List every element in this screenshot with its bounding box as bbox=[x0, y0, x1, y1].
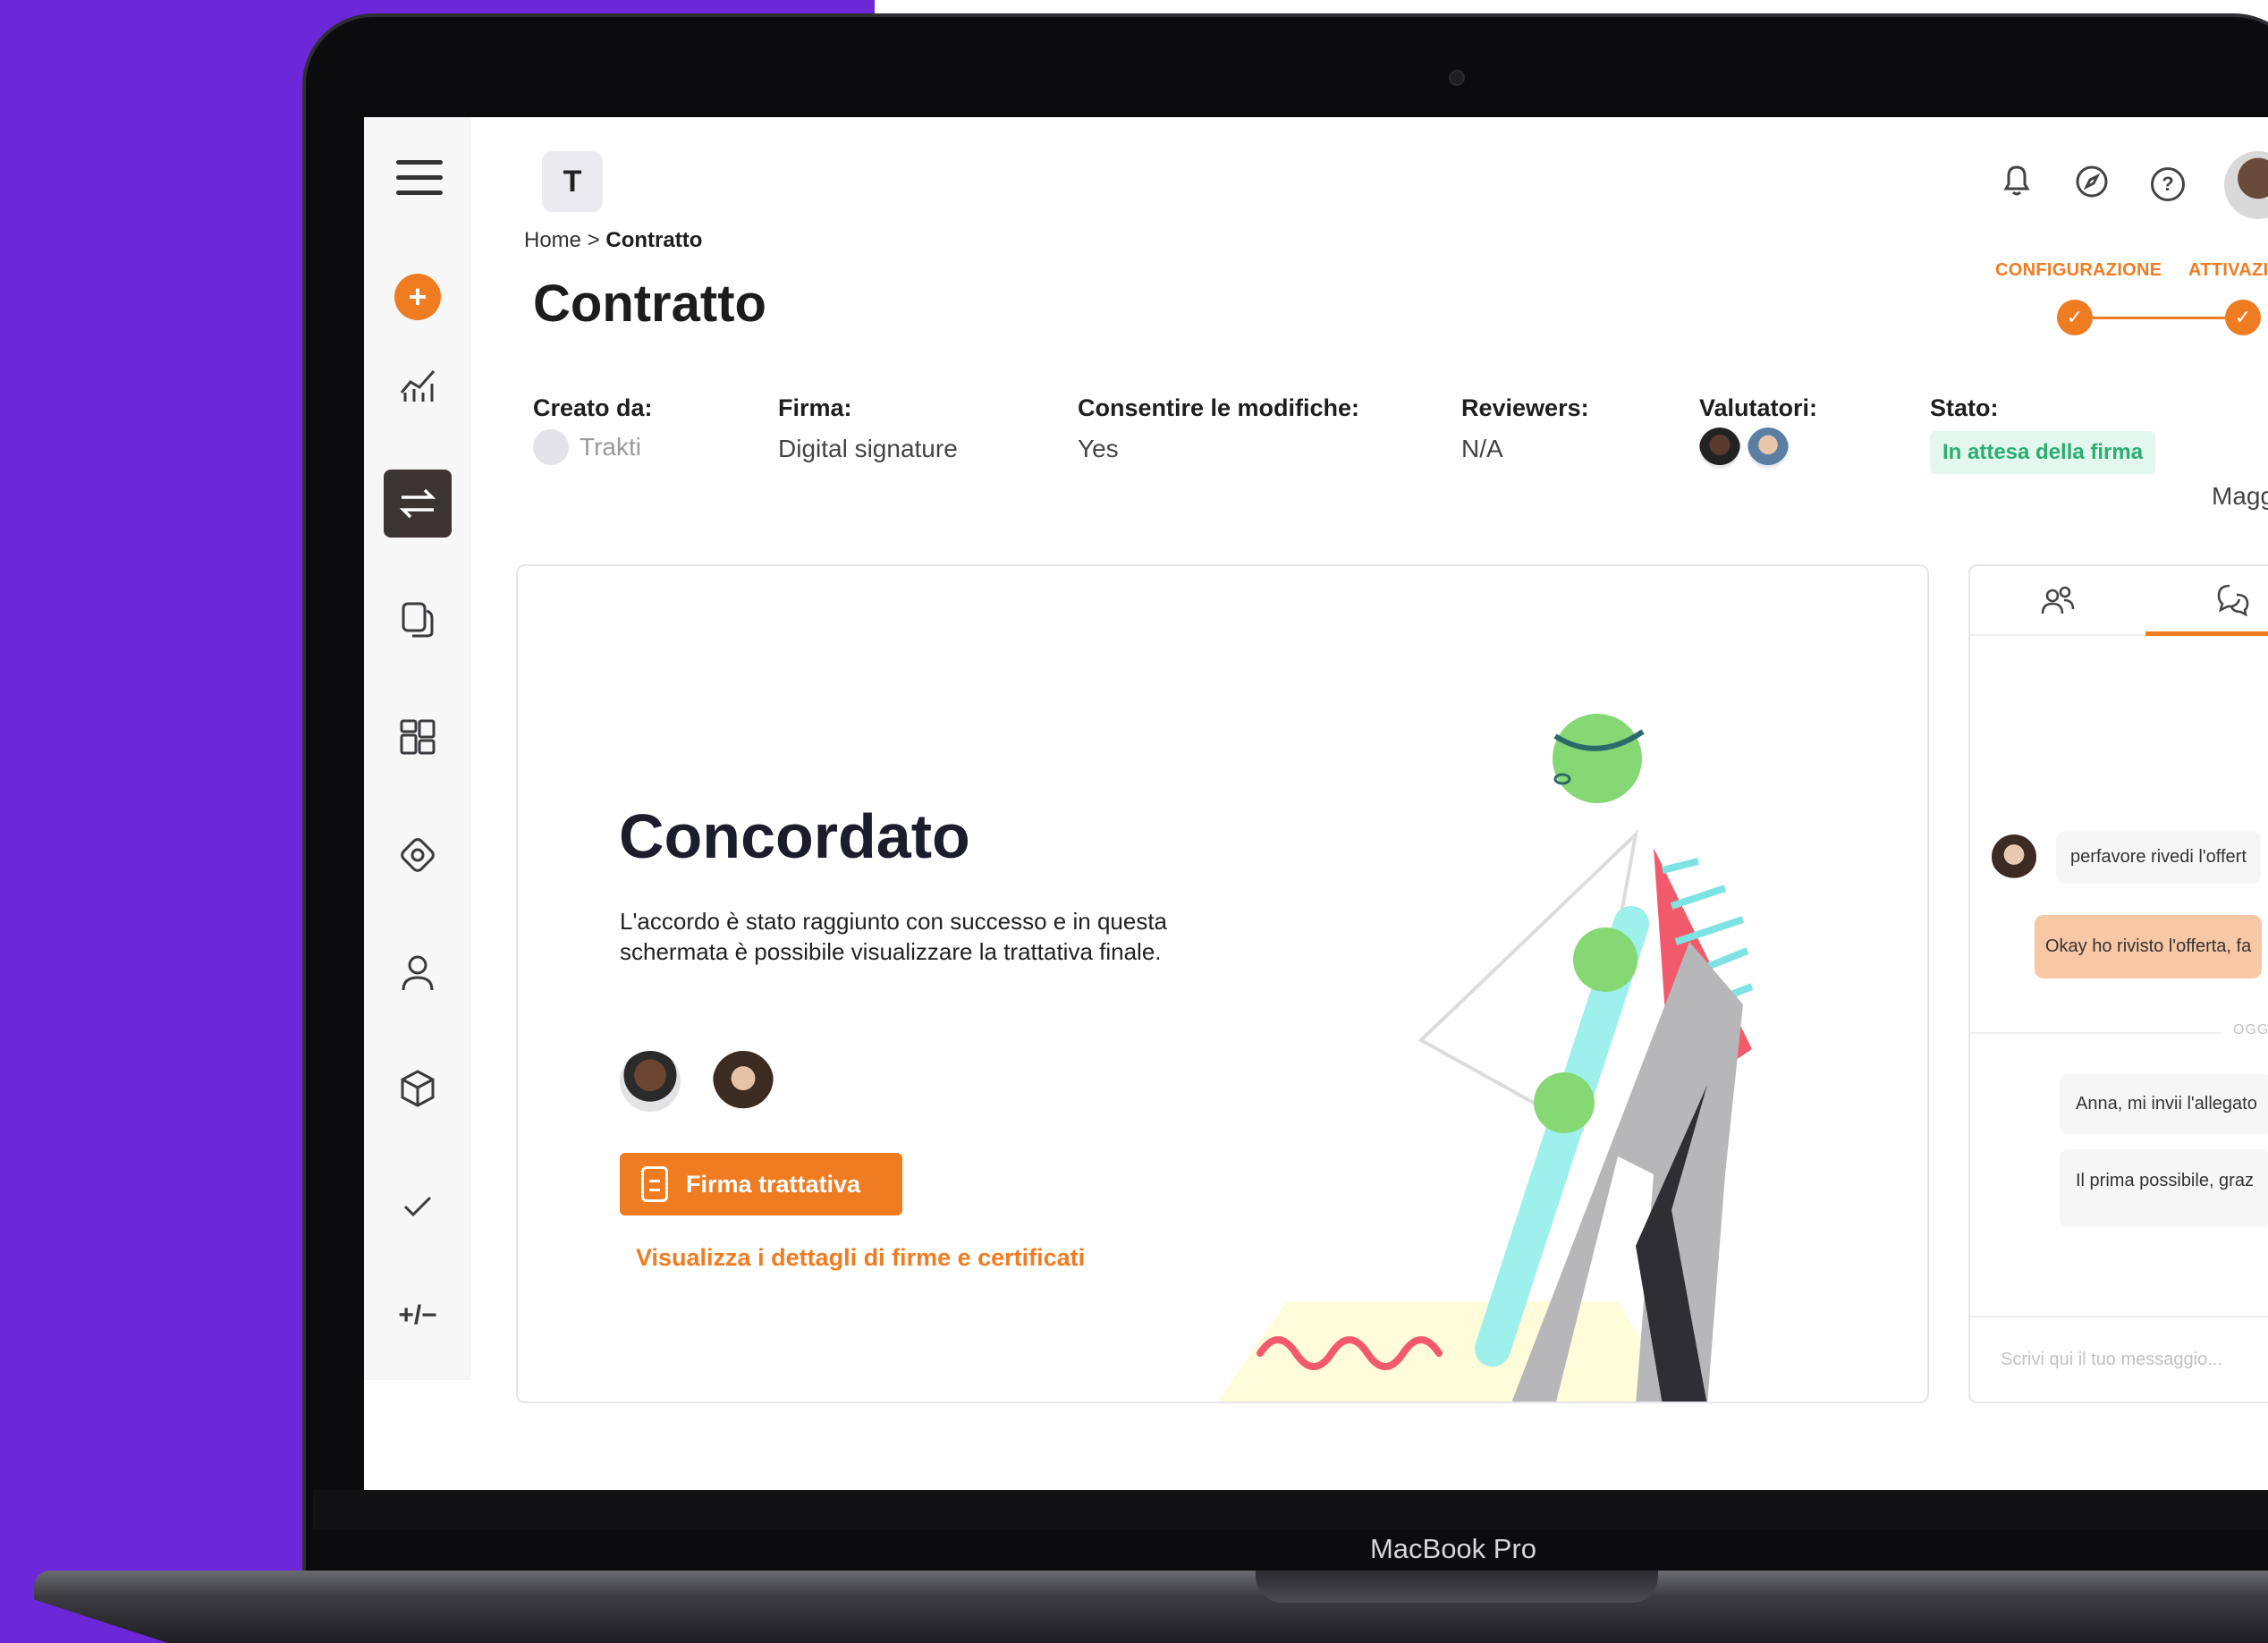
swap-icon[interactable] bbox=[384, 470, 452, 538]
meta-allow-edits: Consentire le modifiche: Yes bbox=[1078, 394, 1359, 463]
chat-divider-label: OGGI bbox=[2221, 1022, 2268, 1038]
allow-edits-value: Yes bbox=[1078, 435, 1119, 462]
meta-reviewers: Reviewers: N/A bbox=[1461, 394, 1589, 463]
laptop-bezel bbox=[313, 1490, 2268, 1529]
card-description: L'accordo è stato raggiunto con successo… bbox=[620, 908, 1168, 965]
status-label: Stato: bbox=[1930, 394, 1999, 421]
document-icon bbox=[641, 1166, 668, 1202]
sign-negotiation-button[interactable]: Firma trattativa bbox=[620, 1153, 902, 1215]
allow-edits-label: Consentire le modifiche: bbox=[1078, 394, 1360, 421]
evaluator-avatar[interactable] bbox=[1699, 428, 1740, 469]
breadcrumb-separator: > bbox=[587, 228, 600, 252]
chat-message-input[interactable] bbox=[1970, 1316, 2268, 1402]
documents-icon[interactable] bbox=[384, 586, 452, 654]
reviewers-label: Reviewers: bbox=[1461, 394, 1589, 421]
meta-signature: Firma: Digital signature bbox=[778, 394, 958, 463]
laptop-notch bbox=[1256, 1571, 1658, 1603]
chat-icon bbox=[2217, 584, 2249, 616]
plus-minus-icon[interactable]: +/− bbox=[384, 1282, 452, 1350]
sign-button-label: Firma trattativa bbox=[686, 1170, 861, 1198]
meta-created-by: Creato da: Trakti bbox=[533, 394, 653, 465]
status-badge: In attesa della firma bbox=[1930, 431, 2156, 474]
meta-status: Stato: In attesa della firma bbox=[1930, 394, 2156, 474]
bell-icon[interactable] bbox=[2001, 162, 2033, 206]
user-icon[interactable] bbox=[384, 938, 452, 1006]
signing-illustration bbox=[1217, 714, 1754, 1402]
laptop-screen: + +/− T Home > Contratto Contratto ? CON… bbox=[364, 117, 2268, 1490]
agreement-card: Concordato L'accordo è stato raggiunto c… bbox=[516, 564, 1929, 1403]
reviewers-value: N/A bbox=[1461, 435, 1503, 462]
dashboard-icon[interactable] bbox=[384, 703, 452, 771]
tab-chat[interactable] bbox=[2145, 566, 2268, 636]
chat-message: Il prima possibile, graz bbox=[2060, 1149, 2268, 1227]
chat-avatar bbox=[1992, 834, 2036, 879]
chat-message: perfavore rivedi l'offert bbox=[2056, 831, 2261, 884]
evaluator-avatar[interactable] bbox=[1748, 428, 1789, 469]
tab-participants[interactable] bbox=[1970, 566, 2145, 636]
signature-value: Digital signature bbox=[778, 435, 958, 462]
evaluators-label: Valutatori: bbox=[1699, 394, 1818, 421]
chat-message: Anna, mi invii l'allegato bbox=[2060, 1074, 2268, 1134]
check-icon[interactable] bbox=[384, 1173, 452, 1241]
party-avatar[interactable] bbox=[713, 1051, 774, 1112]
signature-details-link[interactable]: Visualizza i dettagli di firme e certifi… bbox=[636, 1244, 1085, 1272]
signature-label: Firma: bbox=[778, 394, 852, 421]
breadcrumb-home[interactable]: Home bbox=[524, 228, 581, 252]
creator-avatar bbox=[533, 429, 569, 465]
creator-name: Trakti bbox=[580, 433, 641, 461]
step-done-icon: ✓ bbox=[2057, 300, 2093, 335]
device-label: MacBook Pro bbox=[1369, 1533, 1537, 1564]
created-by-label: Creato da: bbox=[533, 394, 653, 421]
step-label-configuration: CONFIGURAZIONE bbox=[1995, 260, 2162, 280]
webcam bbox=[1449, 70, 1465, 86]
app-logo[interactable]: T bbox=[542, 151, 603, 212]
panel-tabs bbox=[1970, 566, 2268, 636]
sidebar: + +/− bbox=[364, 117, 471, 1380]
user-avatar[interactable] bbox=[2224, 151, 2268, 219]
page-title: Contratto bbox=[533, 275, 766, 333]
step-done-icon: ✓ bbox=[2225, 300, 2261, 335]
chat-message: Okay ho rivisto l'offerta, fa bbox=[2035, 915, 2263, 978]
step-connector bbox=[2093, 317, 2227, 319]
step-label-activation: ATTIVAZIO bbox=[2188, 260, 2268, 280]
breadcrumb: Home > Contratto bbox=[524, 228, 702, 253]
plus-icon[interactable]: + bbox=[394, 274, 441, 320]
package-icon[interactable] bbox=[384, 1054, 452, 1122]
party-avatar[interactable] bbox=[620, 1051, 681, 1112]
people-icon bbox=[2041, 586, 2075, 614]
top-icons: ? bbox=[2001, 162, 2185, 206]
more-link[interactable]: Magg bbox=[2212, 482, 2268, 511]
laptop-base bbox=[34, 1571, 2268, 1643]
chat-panel: perfavore rivedi l'offert Okay ho rivist… bbox=[1968, 564, 2268, 1403]
breadcrumb-current: Contratto bbox=[605, 228, 703, 252]
compass-icon[interactable] bbox=[2074, 164, 2110, 204]
hamburger-icon[interactable] bbox=[396, 160, 443, 196]
support-icon[interactable] bbox=[384, 821, 452, 889]
meta-evaluators: Valutatori: bbox=[1699, 394, 1817, 475]
analytics-icon[interactable] bbox=[384, 351, 452, 419]
card-title: Concordato bbox=[619, 801, 970, 871]
help-icon[interactable]: ? bbox=[2151, 166, 2185, 201]
